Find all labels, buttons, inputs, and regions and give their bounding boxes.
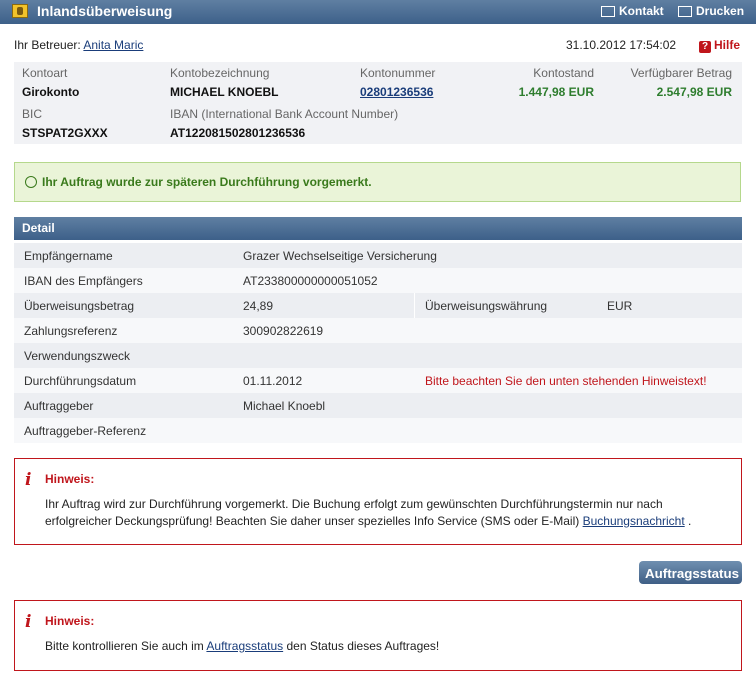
hinweis-text-part: Bitte kontrollieren Sie auch im [45, 639, 204, 653]
table-row: Auftraggeber Michael Knoebl [14, 393, 742, 418]
title-bar: Inlandsüberweisung Kontakt Drucken [0, 0, 756, 24]
kontakt-label: Kontakt [619, 4, 664, 18]
kontostand-value: 1.447,98 EUR [518, 85, 594, 99]
kontoart-label: Kontoart [22, 66, 68, 80]
kontobezeichnung-label: Kontobezeichnung [170, 66, 270, 80]
verfuegbar-value: 2.547,98 EUR [656, 85, 732, 99]
cell-value: 01.11.2012 [243, 374, 303, 388]
divider [414, 293, 415, 318]
table-row: Empfängername Grazer Wechselseitige Vers… [14, 243, 742, 268]
drucken-link[interactable]: Drucken [678, 4, 744, 18]
kontostand-label: Kontostand [533, 66, 594, 80]
info-icon: i [25, 612, 32, 632]
cell-label: Überweisungswährung [425, 299, 548, 313]
window-title: Inlandsüberweisung [37, 3, 173, 19]
hinweis-text: Ihr Auftrag wird zur Durchführung vorgem… [45, 497, 663, 511]
info-icon: i [25, 470, 32, 490]
account-summary: Kontoart Girokonto Kontobezeichnung MICH… [14, 62, 742, 144]
betreuer-label: Ihr Betreuer: [14, 38, 81, 52]
hilfe-label: Hilfe [714, 38, 741, 52]
cell-label: Empfängername [24, 249, 113, 263]
kontonummer-label: Kontonummer [360, 66, 436, 80]
detail-header: Detail [14, 217, 742, 240]
auftragsstatus-button[interactable]: Auftragsstatus [639, 561, 742, 584]
kontoart-value: Girokonto [22, 85, 80, 99]
table-row: IBAN des Empfängers AT233800000000051052 [14, 268, 742, 293]
printer-icon [678, 6, 692, 17]
betreuer: Ihr Betreuer: Anita Maric [14, 38, 143, 52]
safe-icon [12, 4, 28, 18]
hinweis-text-part: . [688, 514, 692, 528]
iban-label: IBAN (International Bank Account Number) [170, 107, 399, 121]
cell-label: Auftraggeber-Referenz [24, 424, 147, 438]
hilfe-link[interactable]: ? Hilfe [699, 38, 740, 53]
success-message: Ihr Auftrag wurde zur späteren Durchführ… [14, 162, 741, 202]
table-row: Auftraggeber-Referenz [14, 418, 742, 443]
hinweis-text: Bitte kontrollieren Sie auch im Auftrags… [45, 638, 439, 655]
kontonummer-link[interactable]: 02801236536 [360, 85, 433, 99]
cell-label: IBAN des Empfängers [24, 274, 143, 288]
detail-title: Detail [22, 221, 55, 235]
cell-value: Grazer Wechselseitige Versicherung [243, 249, 437, 263]
date-warning: Bitte beachten Sie den unten stehenden H… [425, 374, 707, 388]
datetime: 31.10.2012 17:54:02 [566, 38, 677, 52]
hinweis-text-part: den Status dieses Auftrages! [286, 639, 440, 653]
help-icon: ? [699, 41, 711, 53]
iban-value: AT122081502801236536 [170, 126, 306, 140]
envelope-icon [601, 6, 615, 17]
hinweis-text: erfolgreicher Deckungsprüfung! Beachten … [45, 513, 691, 530]
auftragsstatus-link[interactable]: Auftragsstatus [206, 639, 283, 653]
drucken-label: Drucken [696, 4, 745, 18]
hinweis-box: i Hinweis: Ihr Auftrag wird zur Durchfüh… [14, 458, 742, 545]
cell-value: EUR [607, 299, 633, 313]
checkmark-icon [25, 176, 37, 188]
bic-label: BIC [22, 107, 43, 121]
cell-label: Zahlungsreferenz [24, 324, 118, 338]
detail-table: Empfängername Grazer Wechselseitige Vers… [14, 243, 742, 443]
cell-label: Überweisungsbetrag [24, 299, 135, 313]
cell-value: 300902822619 [243, 324, 324, 338]
hinweis-text-part: erfolgreicher Deckungsprüfung! Beachten … [45, 514, 580, 528]
success-text: Ihr Auftrag wurde zur späteren Durchführ… [42, 175, 372, 189]
kontobezeichnung-value: MICHAEL KNOEBL [170, 85, 279, 99]
bic-value: STSPAT2GXXX [22, 126, 108, 140]
cell-value: AT233800000000051052 [243, 274, 378, 288]
table-row: Überweisungsbetrag 24,89 Überweisungswäh… [14, 293, 742, 318]
cell-value: Michael Knoebl [243, 399, 326, 413]
table-row: Verwendungszweck [14, 343, 742, 368]
hinweis-title: Hinweis: [45, 614, 95, 628]
buchungsnachricht-link[interactable]: Buchungsnachricht [583, 514, 685, 528]
cell-label: Auftraggeber [24, 399, 94, 413]
hinweis-box: i Hinweis: Bitte kontrollieren Sie auch … [14, 600, 742, 671]
betreuer-link[interactable]: Anita Maric [83, 38, 143, 52]
table-row: Durchführungsdatum 01.11.2012 Bitte beac… [14, 368, 742, 393]
verfuegbar-label: Verfügbarer Betrag [630, 66, 732, 80]
kontakt-link[interactable]: Kontakt [601, 4, 664, 18]
hinweis-title: Hinweis: [45, 472, 95, 486]
cell-value: 24,89 [243, 299, 274, 313]
cell-label: Durchführungsdatum [24, 374, 137, 388]
cell-label: Verwendungszweck [24, 349, 131, 363]
table-row: Zahlungsreferenz 300902822619 [14, 318, 742, 343]
